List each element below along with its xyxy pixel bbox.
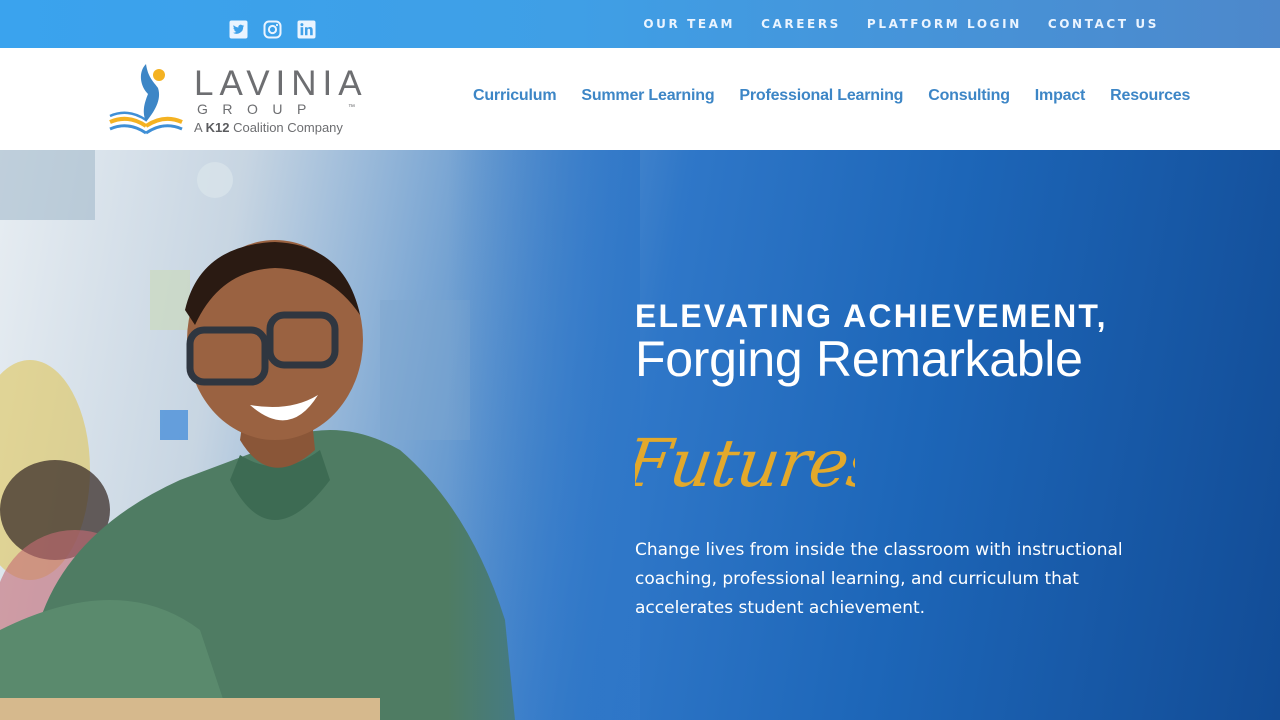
- hero-eyebrow: ELEVATING ACHIEVEMENT,: [635, 298, 1108, 334]
- nav-item-consulting[interactable]: Consulting: [928, 87, 1010, 105]
- logo-trademark: ™: [348, 104, 355, 111]
- contact-us-link[interactable]: CONTACT US: [1048, 17, 1159, 31]
- futures-script-text: Futures: [635, 424, 855, 502]
- platform-login-link[interactable]: PLATFORM LOGIN: [867, 17, 1022, 31]
- linkedin-icon[interactable]: [297, 20, 316, 39]
- main-nav: Curriculum Summer Learning Professional …: [473, 87, 1190, 105]
- nav-item-curriculum[interactable]: Curriculum: [473, 87, 557, 105]
- hero-copy: ELEVATING ACHIEVEMENT, Forging Remarkabl…: [635, 300, 1195, 623]
- logo-tagline: A K12 Coalition Company: [194, 120, 343, 135]
- instagram-icon[interactable]: [263, 20, 282, 39]
- social-links: [229, 20, 316, 39]
- tagline-suffix: Coalition Company: [233, 120, 343, 135]
- hero-script-word: Futures: [635, 424, 855, 502]
- tagline-brand: K12: [205, 120, 230, 135]
- nav-item-resources[interactable]: Resources: [1110, 87, 1190, 105]
- hero-student-photo: [0, 150, 640, 720]
- utility-nav: OUR TEAM CAREERS PLATFORM LOGIN CONTACT …: [643, 17, 1159, 31]
- nav-item-summer-learning[interactable]: Summer Learning: [581, 87, 714, 105]
- site-header: LAVINIA GROUP ™ A K12 Coalition Company …: [0, 48, 1280, 150]
- tagline-prefix: A: [194, 120, 202, 135]
- hero-banner: ELEVATING ACHIEVEMENT, Forging Remarkabl…: [0, 150, 1280, 720]
- twitter-icon[interactable]: [229, 20, 248, 39]
- nav-item-professional-learning[interactable]: Professional Learning: [739, 87, 903, 105]
- lavinia-group-logo[interactable]: LAVINIA GROUP ™ A K12 Coalition Company: [108, 60, 368, 140]
- logo-group-text: GROUP: [197, 101, 321, 117]
- logo-mark-icon: [109, 64, 183, 135]
- hero-description: Change lives from inside the classroom w…: [635, 540, 1123, 618]
- logo-wordmark: LAVINIA: [194, 64, 368, 103]
- hero-headline: Forging Remarkable: [635, 331, 1083, 387]
- nav-item-impact[interactable]: Impact: [1035, 87, 1086, 105]
- our-team-link[interactable]: OUR TEAM: [643, 17, 735, 31]
- careers-link[interactable]: CAREERS: [761, 17, 841, 31]
- utility-bar: OUR TEAM CAREERS PLATFORM LOGIN CONTACT …: [0, 0, 1280, 48]
